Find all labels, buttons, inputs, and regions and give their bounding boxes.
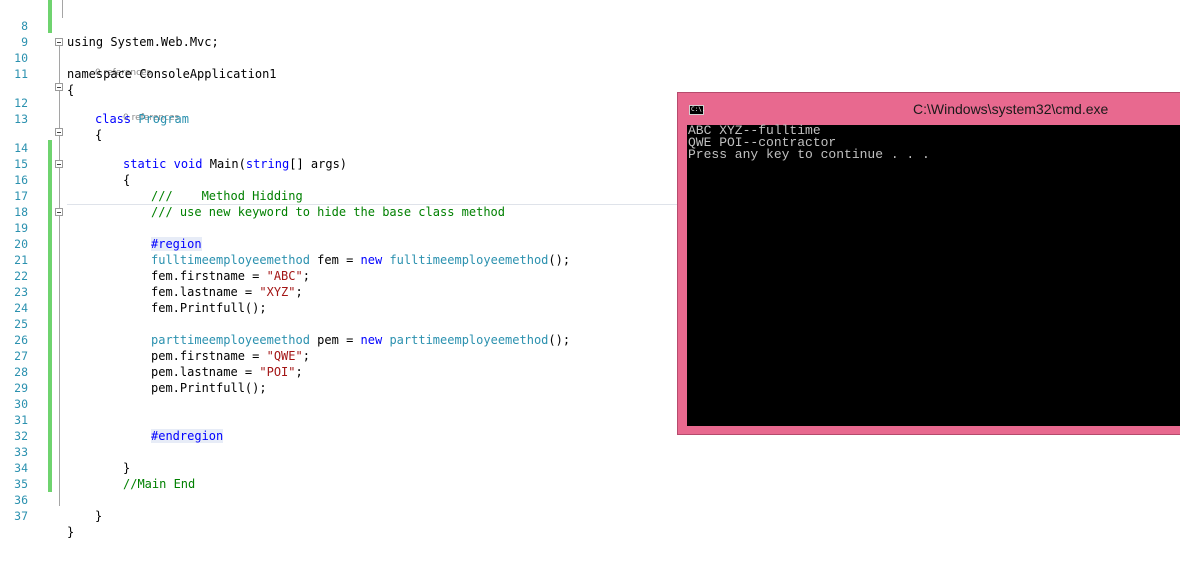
code-line[interactable]: 27 pem.lastname = "POI"; xyxy=(0,332,680,379)
code-line[interactable]: 35 xyxy=(0,460,680,491)
code-line[interactable]: 11 { xyxy=(0,50,680,97)
code-text: } xyxy=(95,509,103,523)
code-line[interactable]: 21 fem.firstname = "ABC"; xyxy=(0,236,680,283)
console-output-line: Press any key to continue . . . xyxy=(688,147,930,162)
code-line[interactable]: 18 xyxy=(0,188,680,219)
code-line[interactable]: 19 #region xyxy=(0,204,680,251)
code-line[interactable]: 36 } xyxy=(0,476,680,523)
code-line[interactable]: 37 } xyxy=(0,492,680,539)
console-title: C:\Windows\system32\cmd.exe xyxy=(913,101,1109,117)
console-window-icon[interactable]: C:\. xyxy=(689,105,705,115)
code-line[interactable]: 26 pem.firstname = "QWE"; xyxy=(0,316,680,363)
code-line[interactable]: 29 xyxy=(0,364,680,395)
code-line[interactable]: 20 fulltimeemployeemethod fem = new full… xyxy=(0,220,680,267)
code-line[interactable]: 22 fem.lastname = "XYZ"; xyxy=(0,252,680,299)
code-line[interactable]: 25 parttimeemployeemethod pem = new part… xyxy=(0,300,680,347)
code-line[interactable]: 12 class Program xyxy=(0,79,680,126)
code-line[interactable]: 9 xyxy=(0,18,680,49)
code-line[interactable]: 17 /// use new keyword to hide the base … xyxy=(0,172,680,219)
code-line[interactable]: 30 xyxy=(0,380,680,411)
code-line[interactable]: 15 { xyxy=(0,140,680,187)
code-line[interactable]: 24 xyxy=(0,284,680,315)
code-line[interactable]: 23 fem.Printfull(); xyxy=(0,268,680,315)
console-window[interactable]: C:\. C:\Windows\system32\cmd.exe ABC XYZ… xyxy=(677,92,1180,435)
console-output-area[interactable]: ABC XYZ--fulltime QWE POI--contractor Pr… xyxy=(687,124,1180,426)
code-line[interactable]: 31 #endregion xyxy=(0,396,680,443)
code-line[interactable]: 28 pem.Printfull(); xyxy=(0,348,680,395)
code-text: } xyxy=(67,525,75,539)
code-line[interactable]: 13 { xyxy=(0,95,680,142)
code-line[interactable]: 8 using System.Web.Mvc; xyxy=(0,2,680,49)
console-titlebar[interactable]: C:\. C:\Windows\system32\cmd.exe xyxy=(678,93,1180,125)
code-line[interactable]: 33 } xyxy=(0,428,680,475)
code-line[interactable]: 16 /// Method Hidding xyxy=(0,156,680,203)
code-line[interactable]: 34 //Main End xyxy=(0,444,680,491)
code-line[interactable]: 10 namespace ConsoleApplication1 xyxy=(0,34,680,81)
code-line[interactable]: 32 xyxy=(0,412,680,443)
line-number: 37 xyxy=(14,509,28,523)
code-line[interactable]: 14 static void Main(string[] args) xyxy=(0,124,680,171)
